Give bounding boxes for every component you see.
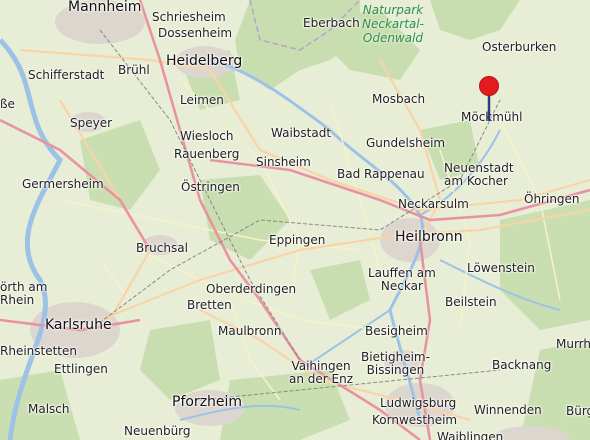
place-label-mosbach: Mosbach [372, 92, 426, 106]
place-label-waibstadt: Waibstadt [271, 126, 332, 140]
location-marker[interactable] [478, 75, 500, 123]
place-label-sinsheim: Sinsheim [256, 155, 311, 169]
place-label-backnang: Backnang [492, 358, 552, 372]
place-label-ettlingen: Ettlingen [54, 362, 108, 376]
place-label-eppingen: Eppingen [269, 233, 326, 247]
place-label-heidelberg: Heidelberg [166, 53, 243, 69]
map-view[interactable]: Mannheim Schriesheim Dossenheim Eberbach… [0, 0, 590, 440]
place-label-murrhardt: Murrh [556, 337, 590, 351]
place-label-neckarsulm: Neckarsulm [398, 197, 469, 211]
place-label-leimen: Leimen [180, 93, 224, 107]
place-label-speyer: Speyer [70, 116, 113, 130]
place-label-wiesloch: Wiesloch [180, 129, 234, 143]
place-label-neuenbuerg: Neuenbürg [124, 424, 191, 438]
place-label-pforzheim: Pforzheim [172, 394, 243, 410]
place-label-mannheim: Mannheim [68, 0, 142, 15]
place-label-rheinstetten: Rheinstetten [0, 344, 78, 358]
place-label-bruchsal: Bruchsal [136, 241, 188, 255]
place-label-karlsruhe: Karlsruhe [45, 317, 112, 333]
place-label-schriesheim: Schriesheim [152, 10, 226, 24]
place-label-oberderdingen: Oberderdingen [206, 282, 297, 296]
place-label-rauenberg: Rauenberg [174, 147, 240, 161]
place-label-schifferstadt: Schifferstadt [28, 68, 105, 82]
place-label-waiblingen: Waiblingen [437, 430, 504, 440]
place-label-bad-rappenau: Bad Rappenau [337, 167, 425, 181]
place-label-malsch: Malsch [28, 402, 70, 416]
place-label-burg: Bürg [566, 404, 590, 418]
place-label-bruehl: Brühl [118, 63, 150, 77]
place-label-winnenden: Winnenden [474, 403, 542, 417]
place-label-beilstein: Beilstein [445, 295, 497, 309]
place-label-kornwestheim: Kornwestheim [372, 413, 458, 427]
park-label: Naturpark Neckartal- Odenwald [362, 3, 424, 45]
place-label-lauffen: Lauffen am Neckar [368, 266, 436, 293]
place-label-dossenheim: Dossenheim [158, 26, 233, 40]
place-label-bretten: Bretten [187, 298, 232, 312]
place-label-osterburken: Osterburken [482, 40, 557, 54]
place-label-sse: ße [0, 97, 15, 111]
place-label-germersheim: Germersheim [22, 177, 104, 191]
place-label-ludwigsburg: Ludwigsburg [380, 396, 457, 410]
place-label-eberbach: Eberbach [303, 16, 360, 30]
place-label-vaihingen: Vaihingen an der Enz [289, 359, 354, 386]
place-label-neuenstadt: Neuenstadt am Kocher [444, 161, 514, 188]
place-label-oestringen: Östringen [181, 180, 240, 194]
place-label-maulbronn: Maulbronn [218, 324, 282, 338]
place-label-bietigheim: Bietigheim- Bissingen [361, 350, 430, 377]
place-label-loewenstein: Löwenstein [467, 261, 535, 275]
place-label-oehringen: Öhringen [524, 192, 580, 206]
place-label-woerth: örth am Rhein [0, 280, 48, 307]
place-label-besigheim: Besigheim [365, 324, 428, 338]
place-label-heilbronn: Heilbronn [395, 229, 463, 245]
place-label-gundelsheim: Gundelsheim [366, 136, 446, 150]
map-pin-icon [479, 76, 499, 96]
